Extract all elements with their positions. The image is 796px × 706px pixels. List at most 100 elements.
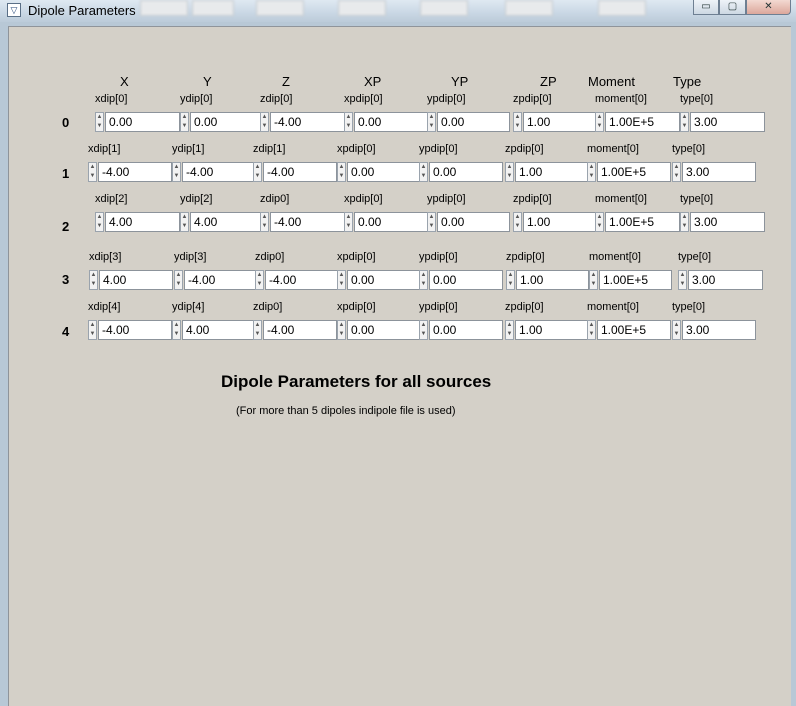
yp-value-input[interactable]: 0.00 xyxy=(437,212,510,232)
xp-spinbox[interactable]: ▲ ▼ 0.00 xyxy=(337,270,421,290)
spin-buttons[interactable]: ▲ ▼ xyxy=(255,270,264,290)
spin-up-icon[interactable]: ▲ xyxy=(173,321,180,330)
spin-buttons[interactable]: ▲ ▼ xyxy=(587,320,596,340)
spin-up-icon[interactable]: ▲ xyxy=(89,163,96,172)
y-value-input[interactable]: 4.00 xyxy=(182,320,256,340)
moment-spinbox[interactable]: ▲ ▼ 1.00E+5 xyxy=(589,270,672,290)
moment-value-input[interactable]: 1.00E+5 xyxy=(597,162,671,182)
spin-buttons[interactable]: ▲ ▼ xyxy=(174,270,183,290)
zp-spinbox[interactable]: ▲ ▼ 1.00 xyxy=(505,162,589,182)
spin-down-icon[interactable]: ▼ xyxy=(681,122,688,131)
zp-value-input[interactable]: 1.00 xyxy=(515,320,589,340)
moment-spinbox[interactable]: ▲ ▼ 1.00E+5 xyxy=(595,212,680,232)
x-spinbox[interactable]: ▲ ▼ -4.00 xyxy=(88,320,172,340)
spin-up-icon[interactable]: ▲ xyxy=(681,213,688,222)
spin-buttons[interactable]: ▲ ▼ xyxy=(680,212,689,232)
xp-spinbox[interactable]: ▲ ▼ 0.00 xyxy=(344,112,429,132)
x-spinbox[interactable]: ▲ ▼ 4.00 xyxy=(89,270,173,290)
spin-up-icon[interactable]: ▲ xyxy=(261,213,268,222)
spin-buttons[interactable]: ▲ ▼ xyxy=(253,162,262,182)
spin-down-icon[interactable]: ▼ xyxy=(514,122,521,131)
spin-buttons[interactable]: ▲ ▼ xyxy=(172,162,181,182)
z-value-input[interactable]: -4.00 xyxy=(270,212,345,232)
spin-buttons[interactable]: ▲ ▼ xyxy=(337,320,346,340)
x-value-input[interactable]: -4.00 xyxy=(98,162,172,182)
zp-spinbox[interactable]: ▲ ▼ 1.00 xyxy=(513,112,598,132)
spin-up-icon[interactable]: ▲ xyxy=(96,213,103,222)
spin-down-icon[interactable]: ▼ xyxy=(261,222,268,231)
y-value-input[interactable]: -4.00 xyxy=(184,270,258,290)
app-icon[interactable]: ▽ xyxy=(7,3,21,17)
spin-up-icon[interactable]: ▲ xyxy=(181,213,188,222)
xp-value-input[interactable]: 0.00 xyxy=(354,112,429,132)
spin-buttons[interactable]: ▲ ▼ xyxy=(95,112,104,132)
spin-down-icon[interactable]: ▼ xyxy=(673,330,680,339)
z-spinbox[interactable]: ▲ ▼ -4.00 xyxy=(253,320,337,340)
spin-buttons[interactable]: ▲ ▼ xyxy=(95,212,104,232)
spin-down-icon[interactable]: ▼ xyxy=(673,172,680,181)
spin-buttons[interactable]: ▲ ▼ xyxy=(589,270,598,290)
spin-down-icon[interactable]: ▼ xyxy=(590,280,597,289)
spin-down-icon[interactable]: ▼ xyxy=(681,222,688,231)
spin-up-icon[interactable]: ▲ xyxy=(254,321,261,330)
type-value-input[interactable]: 3.00 xyxy=(690,212,765,232)
x-value-input[interactable]: 4.00 xyxy=(99,270,173,290)
spin-up-icon[interactable]: ▲ xyxy=(507,271,514,280)
spin-up-icon[interactable]: ▲ xyxy=(90,271,97,280)
y-spinbox[interactable]: ▲ ▼ 4.00 xyxy=(180,212,265,232)
spin-buttons[interactable]: ▲ ▼ xyxy=(427,112,436,132)
zp-spinbox[interactable]: ▲ ▼ 1.00 xyxy=(506,270,589,290)
spin-buttons[interactable]: ▲ ▼ xyxy=(419,320,428,340)
x-spinbox[interactable]: ▲ ▼ 4.00 xyxy=(95,212,180,232)
spin-up-icon[interactable]: ▲ xyxy=(181,113,188,122)
z-spinbox[interactable]: ▲ ▼ -4.00 xyxy=(253,162,337,182)
type-spinbox[interactable]: ▲ ▼ 3.00 xyxy=(672,320,756,340)
title-bar[interactable]: ▽ Dipole Parameters ▭ ▢ ✕ xyxy=(0,0,796,22)
spin-up-icon[interactable]: ▲ xyxy=(338,321,345,330)
zp-value-input[interactable]: 1.00 xyxy=(523,212,598,232)
spin-buttons[interactable]: ▲ ▼ xyxy=(419,270,428,290)
spin-down-icon[interactable]: ▼ xyxy=(507,280,514,289)
spin-up-icon[interactable]: ▲ xyxy=(596,213,603,222)
spin-down-icon[interactable]: ▼ xyxy=(345,222,352,231)
spin-buttons[interactable]: ▲ ▼ xyxy=(672,320,681,340)
moment-spinbox[interactable]: ▲ ▼ 1.00E+5 xyxy=(595,112,680,132)
xp-value-input[interactable]: 0.00 xyxy=(347,162,421,182)
type-value-input[interactable]: 3.00 xyxy=(688,270,763,290)
spin-up-icon[interactable]: ▲ xyxy=(254,163,261,172)
spin-down-icon[interactable]: ▼ xyxy=(96,122,103,131)
spin-buttons[interactable]: ▲ ▼ xyxy=(595,212,604,232)
zp-spinbox[interactable]: ▲ ▼ 1.00 xyxy=(513,212,598,232)
yp-spinbox[interactable]: ▲ ▼ 0.00 xyxy=(427,212,510,232)
close-button[interactable]: ✕ xyxy=(746,0,791,15)
moment-value-input[interactable]: 1.00E+5 xyxy=(599,270,672,290)
spin-down-icon[interactable]: ▼ xyxy=(514,222,521,231)
spin-down-icon[interactable]: ▼ xyxy=(338,330,345,339)
spin-down-icon[interactable]: ▼ xyxy=(428,222,435,231)
spin-up-icon[interactable]: ▲ xyxy=(338,271,345,280)
spin-buttons[interactable]: ▲ ▼ xyxy=(88,162,97,182)
yp-value-input[interactable]: 0.00 xyxy=(429,162,503,182)
yp-value-input[interactable]: 0.00 xyxy=(429,270,503,290)
x-spinbox[interactable]: ▲ ▼ 0.00 xyxy=(95,112,180,132)
spin-buttons[interactable]: ▲ ▼ xyxy=(344,212,353,232)
spin-up-icon[interactable]: ▲ xyxy=(345,213,352,222)
xp-spinbox[interactable]: ▲ ▼ 0.00 xyxy=(337,320,421,340)
y-value-input[interactable]: 4.00 xyxy=(190,212,265,232)
yp-spinbox[interactable]: ▲ ▼ 0.00 xyxy=(419,162,503,182)
spin-down-icon[interactable]: ▼ xyxy=(420,172,427,181)
spin-up-icon[interactable]: ▲ xyxy=(673,321,680,330)
spin-down-icon[interactable]: ▼ xyxy=(506,330,513,339)
spin-up-icon[interactable]: ▲ xyxy=(679,271,686,280)
spin-down-icon[interactable]: ▼ xyxy=(338,172,345,181)
spin-buttons[interactable]: ▲ ▼ xyxy=(260,112,269,132)
x-value-input[interactable]: -4.00 xyxy=(98,320,172,340)
type-value-input[interactable]: 3.00 xyxy=(682,162,756,182)
spin-buttons[interactable]: ▲ ▼ xyxy=(680,112,689,132)
spin-down-icon[interactable]: ▼ xyxy=(588,172,595,181)
spin-down-icon[interactable]: ▼ xyxy=(420,330,427,339)
spin-down-icon[interactable]: ▼ xyxy=(596,222,603,231)
spin-buttons[interactable]: ▲ ▼ xyxy=(180,212,189,232)
spin-down-icon[interactable]: ▼ xyxy=(588,330,595,339)
spin-buttons[interactable]: ▲ ▼ xyxy=(180,112,189,132)
